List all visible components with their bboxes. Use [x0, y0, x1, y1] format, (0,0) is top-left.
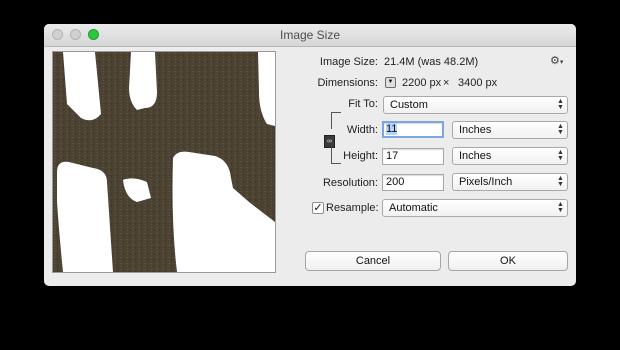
- fit-to-value: Custom: [390, 99, 428, 111]
- height-input-value: 17: [386, 150, 399, 162]
- height-unit-select[interactable]: Inches ▲ ▼: [452, 147, 568, 165]
- cancel-button[interactable]: Cancel: [305, 251, 441, 271]
- width-input-value: 11: [386, 123, 398, 135]
- preview-image: [53, 52, 275, 272]
- window-title: Image Size: [279, 28, 341, 42]
- select-arrows-icon: ▲ ▼: [557, 175, 564, 188]
- dimensions-height-value: 3400 px: [458, 77, 498, 89]
- ok-button[interactable]: OK: [448, 251, 568, 271]
- image-size-dialog: Image Size Image Size: 21.4M (was 48.2M)…: [44, 24, 576, 286]
- select-arrows-icon: ▲ ▼: [557, 98, 564, 111]
- resample-value: Automatic: [389, 202, 438, 214]
- resolution-unit-select[interactable]: Pixels/Inch ▲ ▼: [452, 173, 568, 191]
- width-unit-value: Inches: [459, 124, 492, 136]
- select-arrows-icon: ▲ ▼: [557, 123, 564, 136]
- height-unit-value: Inches: [459, 150, 492, 162]
- image-size-value: 21.4M (was 48.2M): [384, 56, 479, 68]
- dimensions-width-value: 2200 px: [402, 77, 442, 89]
- resample-label: Resample:: [326, 202, 379, 214]
- height-label: Height:: [343, 150, 378, 162]
- resolution-input-value: 200: [386, 176, 405, 188]
- resample-checkbox[interactable]: ✓: [312, 202, 324, 214]
- gear-icon[interactable]: ⚙▾: [550, 54, 563, 67]
- select-arrows-icon: ▲ ▼: [557, 149, 564, 162]
- image-size-label: Image Size:: [319, 56, 378, 68]
- dimensions-times-sign: ×: [443, 77, 450, 89]
- resolution-unit-value: Pixels/Inch: [459, 176, 513, 188]
- title-bar[interactable]: Image Size: [44, 24, 576, 47]
- resolution-label: Resolution:: [322, 177, 378, 189]
- image-preview[interactable]: [52, 51, 276, 273]
- fit-to-label: Fit To:: [348, 98, 378, 110]
- resample-select[interactable]: Automatic ▲ ▼: [382, 199, 568, 217]
- select-arrows-icon: ▲ ▼: [557, 201, 564, 214]
- dimensions-unit-dropdown[interactable]: ▼: [385, 77, 396, 88]
- width-label: Width:: [346, 124, 378, 136]
- resolution-input[interactable]: 200: [382, 174, 444, 191]
- fit-to-select[interactable]: Custom ▲ ▼: [383, 96, 568, 114]
- width-unit-select[interactable]: Inches ▲ ▼: [452, 121, 568, 139]
- dimensions-label: Dimensions:: [317, 77, 378, 89]
- checkmark-icon: ✓: [313, 202, 323, 214]
- width-input[interactable]: 11: [382, 121, 444, 138]
- height-input[interactable]: 17: [382, 148, 444, 165]
